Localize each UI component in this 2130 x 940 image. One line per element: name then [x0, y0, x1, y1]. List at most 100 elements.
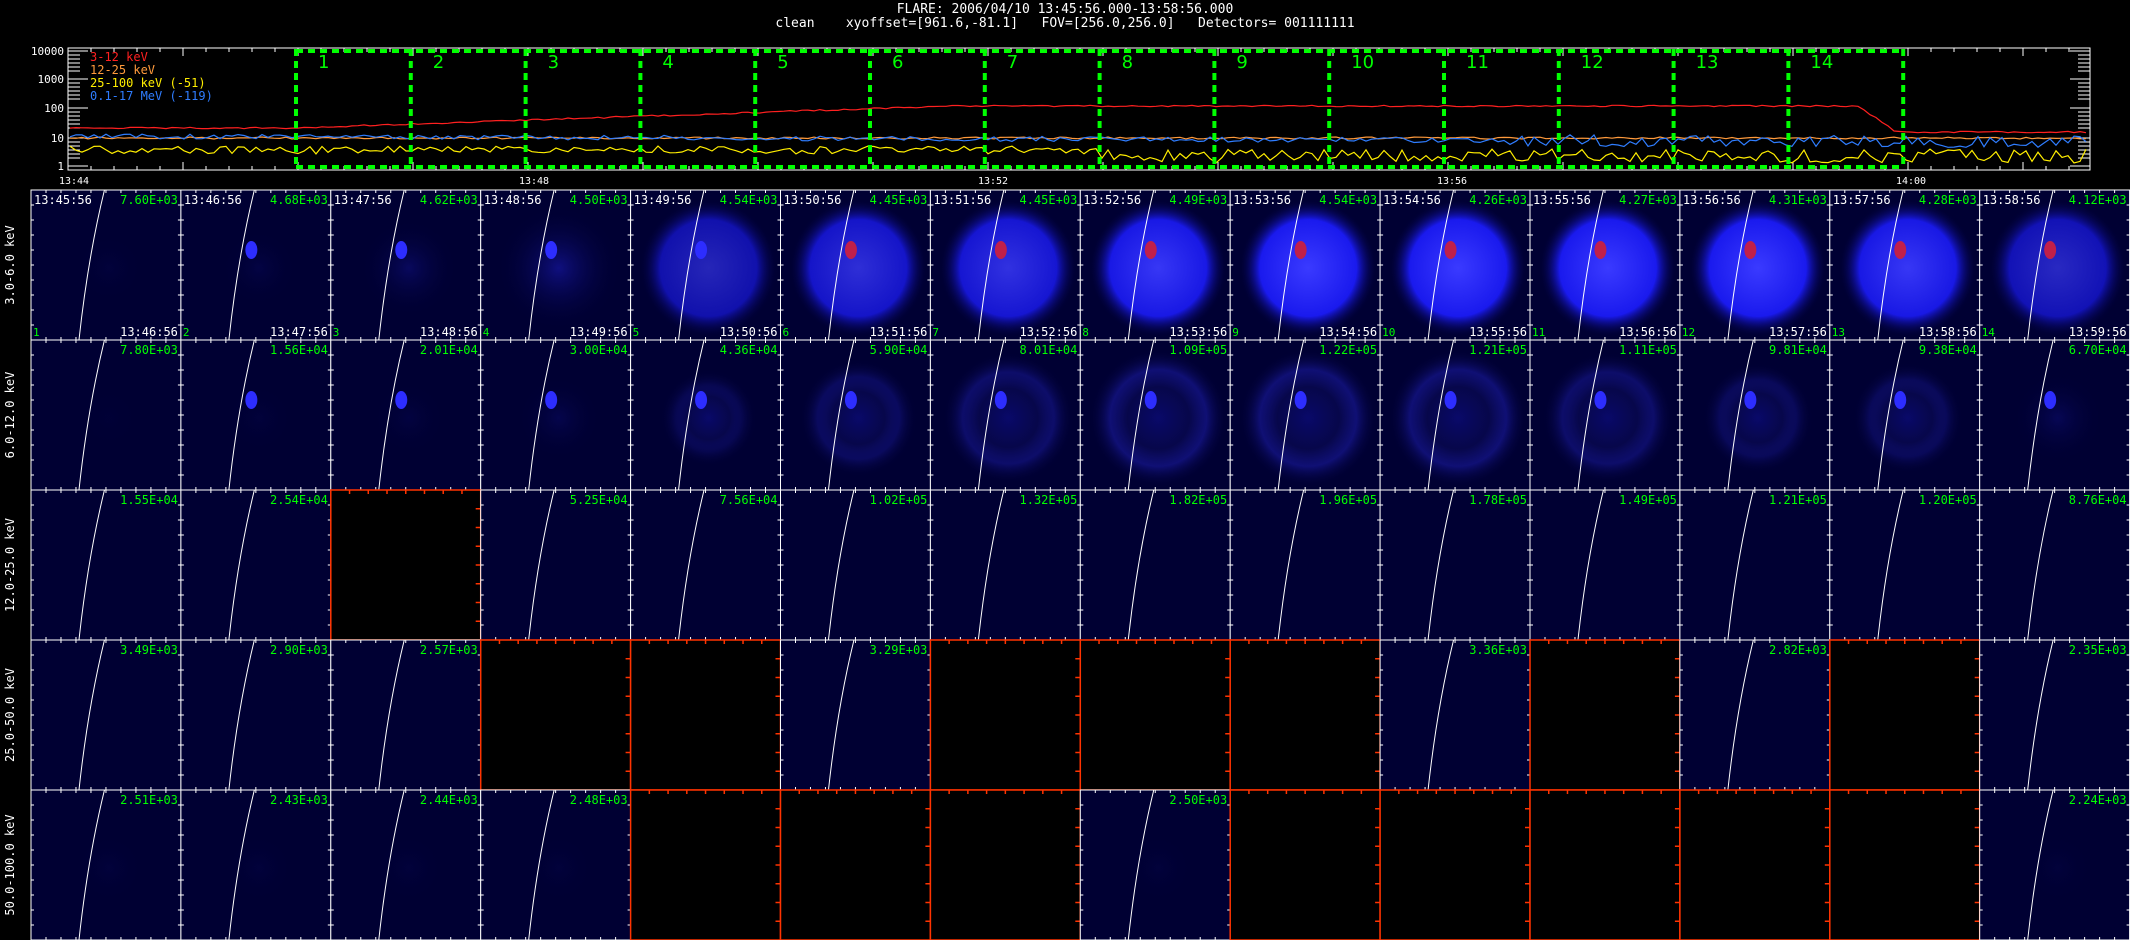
emission-halo: [1538, 199, 1677, 337]
image-panel: 1.21E+05: [1679, 489, 1831, 641]
panel-max-value: 1.21E+05: [1769, 493, 1827, 507]
image-panel: 4.28E+03 13:57:56 13:58:56 13: [1829, 189, 1981, 341]
empty-panel: [1379, 789, 1531, 940]
panel-end-time: 13:51:56: [870, 325, 928, 339]
image-panel: 4.50E+03 13:48:56 13:49:56 4: [480, 189, 632, 341]
panel-frame: [480, 489, 632, 641]
image-panel: 2.90E+03: [180, 639, 332, 791]
emission-halo: [1089, 349, 1228, 487]
flare-core: [1144, 391, 1157, 409]
image-panel: [1529, 639, 1681, 791]
panel-interval-number: 1: [33, 326, 40, 339]
panel-max-value: 6.70E+04: [2069, 343, 2127, 357]
image-panel: 2.44E+03: [330, 789, 482, 940]
flare-core: [1894, 241, 1907, 259]
empty-panel: [1829, 789, 1981, 940]
image-panel: 1.02E+05: [780, 489, 931, 641]
panel-start-time: 13:49:56: [634, 193, 692, 207]
image-panel: [479, 639, 632, 791]
flare-core: [844, 241, 857, 259]
panel-interval-number: 5: [633, 326, 640, 339]
image-panel: 3.00E+04: [480, 339, 632, 491]
panel-frame: [630, 489, 781, 641]
flare-core: [1294, 241, 1307, 259]
image-panel: 6.70E+04: [1979, 339, 2130, 491]
panel-start-time: 13:48:56: [484, 193, 542, 207]
image-panel: 1.56E+04: [180, 339, 332, 491]
energy-band-label: 6.0-12.0 keV: [3, 372, 17, 459]
panel-max-value: 1.78E+05: [1469, 493, 1527, 507]
panel-max-value: 5.25E+04: [570, 493, 628, 507]
empty-panel: [929, 639, 1082, 791]
flare-core: [1594, 391, 1607, 409]
panel-max-value: 4.54E+03: [720, 193, 778, 207]
panel-max-value: 2.01E+04: [420, 343, 478, 357]
emission-halo: [939, 199, 1078, 337]
panel-max-value: 4.62E+03: [420, 193, 478, 207]
panel-start-time: 13:45:56: [34, 193, 92, 207]
image-panel: 8.76E+04: [1979, 489, 2130, 641]
energy-band-label: 12.0-25.0 keV: [3, 518, 17, 612]
emission-halo: [496, 205, 621, 331]
panel-max-value: 2.35E+03: [2069, 643, 2127, 657]
panel-end-time: 13:53:56: [1169, 325, 1227, 339]
energy-band-label: 3.0-6.0 keV: [3, 225, 17, 304]
image-panel: 1.20E+05: [1829, 489, 1981, 641]
panel-max-value: 8.01E+04: [1020, 343, 1078, 357]
panel-max-value: 3.49E+03: [120, 643, 178, 657]
panel-start-time: 13:55:56: [1533, 193, 1591, 207]
image-panel: 9.81E+04: [1679, 339, 1831, 491]
panel-end-time: 13:57:56: [1769, 325, 1827, 339]
image-panel: 4.36E+04: [630, 339, 781, 491]
panel-max-value: 1.82E+05: [1169, 493, 1227, 507]
panel-max-value: 3.36E+03: [1469, 643, 1527, 657]
flare-core: [245, 391, 258, 409]
panel-end-time: 13:47:56: [270, 325, 328, 339]
panel-frame: [1379, 639, 1531, 791]
image-panel: 1.22E+05: [1229, 339, 1381, 491]
empty-panel: [629, 789, 782, 940]
empty-panel: [1229, 639, 1381, 791]
image-panel: 4.45E+03 13:51:56 13:52:56 7: [929, 189, 1081, 341]
image-panel: 2.50E+03: [1079, 789, 1231, 940]
flare-core: [695, 391, 708, 409]
panel-end-time: 13:50:56: [720, 325, 778, 339]
flare-core: [545, 241, 558, 259]
image-panel: 4.68E+03 13:46:56 13:47:56 2: [180, 189, 332, 341]
panel-max-value: 1.21E+05: [1469, 343, 1527, 357]
panel-frame: [30, 639, 182, 791]
panel-max-value: 2.50E+03: [1169, 793, 1227, 807]
image-panel: [929, 789, 1082, 940]
panel-max-value: 4.36E+04: [720, 343, 778, 357]
panel-start-time: 13:47:56: [334, 193, 392, 207]
image-panel: 4.26E+03 13:54:56 13:55:56 10: [1379, 189, 1531, 341]
image-panel: 7.56E+04: [630, 489, 781, 641]
panel-end-time: 13:58:56: [1919, 325, 1977, 339]
empty-panel: [929, 789, 1082, 940]
flare-core: [1444, 241, 1457, 259]
panel-max-value: 7.80E+03: [120, 343, 178, 357]
image-panel: 1.55E+04: [30, 489, 182, 641]
energy-band-label: 25.0-50.0 keV: [3, 668, 17, 762]
panel-end-time: 13:46:56: [120, 325, 178, 339]
image-panel: [1079, 639, 1231, 791]
flare-core: [994, 391, 1007, 409]
panel-start-time: 13:50:56: [784, 193, 842, 207]
image-panel: 1.78E+05: [1379, 489, 1531, 641]
panel-interval-number: 3: [333, 326, 340, 339]
panel-max-value: 7.56E+04: [720, 493, 778, 507]
panel-interval-number: 13: [1832, 326, 1845, 339]
panel-max-value: 4.31E+03: [1769, 193, 1827, 207]
panel-start-time: 13:54:56: [1383, 193, 1441, 207]
flare-core: [1744, 241, 1757, 259]
panel-max-value: 8.76E+04: [2069, 493, 2127, 507]
image-panel: 1.11E+05: [1529, 339, 1681, 491]
emission-halo: [517, 376, 601, 460]
image-panel: 2.48E+03: [480, 789, 632, 940]
emission-halo: [660, 369, 757, 467]
panel-frame: [330, 639, 482, 791]
panel-frame: [1979, 639, 2130, 791]
empty-panel: [1079, 639, 1231, 791]
image-panel: 1.32E+05: [929, 489, 1081, 641]
image-grid: 3.0-6.0 keV 6.0-12.0 keV 12.0-25.0 keV 25.0…: [3, 189, 2130, 940]
